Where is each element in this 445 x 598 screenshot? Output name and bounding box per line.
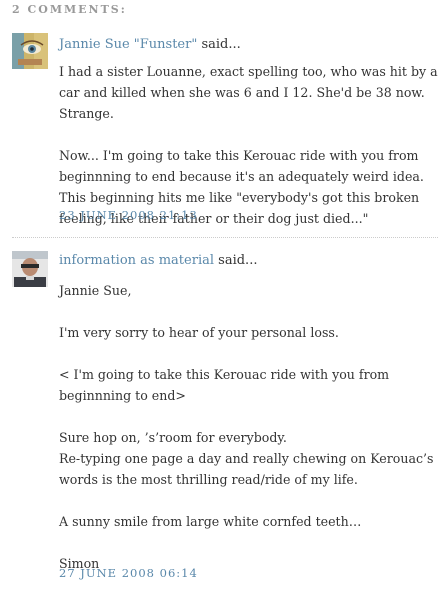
person-photo-icon bbox=[12, 251, 48, 287]
said-label: said... bbox=[218, 253, 258, 268]
author-link[interactable]: information as material bbox=[59, 253, 214, 268]
author-link[interactable]: Jannie Sue "Funster" bbox=[59, 37, 197, 52]
comment-paragraph: Sure hop on, ’s’room for everybody. Re-t… bbox=[59, 430, 434, 487]
comment-body: Jannie Sue, I'm very sorry to hear of yo… bbox=[59, 280, 439, 574]
comment-author-line: information as material said... bbox=[59, 253, 257, 268]
comments-heading: 2 Comments: bbox=[12, 3, 127, 16]
comment-paragraph: I had a sister Louanne, exact spelling t… bbox=[59, 64, 438, 121]
comment-paragraph: < I'm going to take this Kerouac ride wi… bbox=[59, 367, 390, 403]
commenter-avatar[interactable] bbox=[12, 33, 48, 69]
comment-timestamp-link[interactable]: 27 June 2008 06:14 bbox=[59, 566, 198, 580]
comment-body: I had a sister Louanne, exact spelling t… bbox=[59, 61, 439, 229]
comment-author-line: Jannie Sue "Funster" said... bbox=[59, 37, 241, 52]
comment-timestamp-link[interactable]: 23 June 2008 21:13 bbox=[59, 208, 198, 222]
portrait-eye-icon bbox=[12, 33, 48, 69]
comment-paragraph: A sunny smile from large white cornfed t… bbox=[59, 514, 362, 529]
comment-divider bbox=[12, 237, 438, 238]
said-label: said... bbox=[201, 37, 241, 52]
comment-paragraph: Jannie Sue, bbox=[59, 283, 132, 298]
comment-paragraph: I'm very sorry to hear of your personal … bbox=[59, 325, 339, 340]
commenter-avatar[interactable] bbox=[12, 251, 48, 287]
